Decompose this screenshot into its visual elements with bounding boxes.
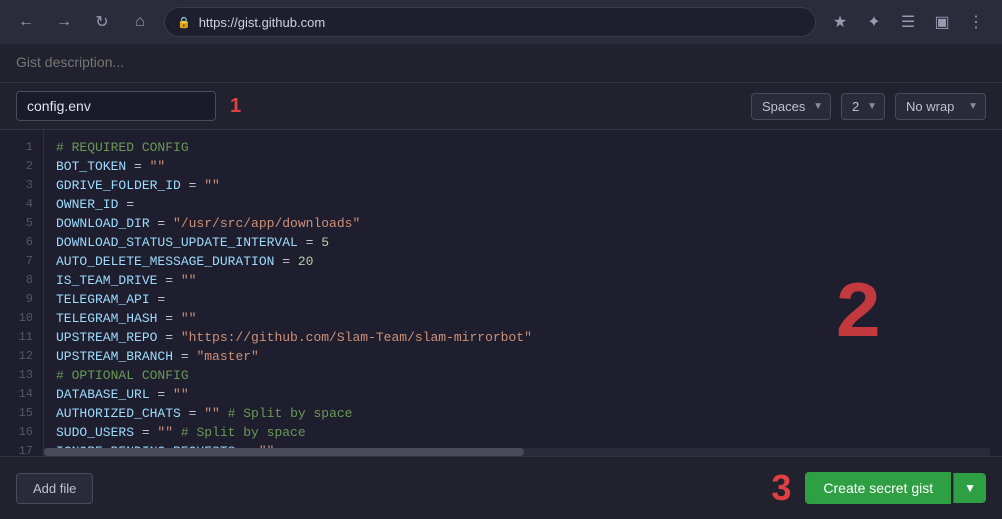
line-num-14: 14 <box>0 385 43 404</box>
editor-area: 1 2 3 4 5 6 7 8 9 10 11 12 13 14 15 16 1… <box>0 130 1002 456</box>
line-num-5: 5 <box>0 214 43 233</box>
line-num-11: 11 <box>0 328 43 347</box>
pocket-button[interactable]: ✦ <box>860 8 888 36</box>
editor-horizontal-scrollbar[interactable] <box>44 448 990 456</box>
wrap-select-wrapper: No wrap Soft wrap ▼ <box>895 93 986 120</box>
line-num-17: 17 <box>0 442 43 456</box>
spaces-select[interactable]: Spaces Tabs <box>751 93 831 120</box>
code-line-13: # OPTIONAL CONFIG <box>56 366 990 385</box>
indent-select-wrapper: 2 4 8 ▼ <box>841 93 885 120</box>
code-line-11: UPSTREAM_REPO = "https://github.com/Slam… <box>56 328 990 347</box>
browser-chrome: ← → ↻ ⌂ 🔒 https://gist.github.com ★ ✦ ☰ … <box>0 0 1002 44</box>
create-gist-dropdown-button[interactable]: ▼ <box>953 473 986 503</box>
extensions-button[interactable]: ☰ <box>894 8 922 36</box>
filename-input[interactable] <box>16 91 216 121</box>
wrap-select[interactable]: No wrap Soft wrap <box>895 93 986 120</box>
code-line-4: OWNER_ID = <box>56 195 990 214</box>
line-num-10: 10 <box>0 309 43 328</box>
line-num-4: 4 <box>0 195 43 214</box>
code-line-2: BOT_TOKEN = "" <box>56 157 990 176</box>
annotation-3-label: 3 <box>771 467 791 509</box>
code-editor[interactable]: # REQUIRED CONFIG BOT_TOKEN = "" GDRIVE_… <box>44 130 1002 456</box>
code-line-16: SUDO_USERS = "" # Split by space <box>56 423 990 442</box>
code-line-15: AUTHORIZED_CHATS = "" # Split by space <box>56 404 990 423</box>
refresh-button[interactable]: ↻ <box>88 8 116 36</box>
code-line-8: IS_TEAM_DRIVE = "" <box>56 271 990 290</box>
page-footer: Add file 3 Create secret gist ▼ <box>0 456 1002 519</box>
lock-icon: 🔒 <box>177 16 191 29</box>
line-numbers: 1 2 3 4 5 6 7 8 9 10 11 12 13 14 15 16 1… <box>0 130 44 456</box>
line-num-9: 9 <box>0 290 43 309</box>
line-num-15: 15 <box>0 404 43 423</box>
back-button[interactable]: ← <box>12 8 40 36</box>
line-num-6: 6 <box>0 233 43 252</box>
line-num-12: 12 <box>0 347 43 366</box>
address-bar[interactable]: 🔒 https://gist.github.com <box>164 7 816 37</box>
line-num-3: 3 <box>0 176 43 195</box>
code-line-6: DOWNLOAD_STATUS_UPDATE_INTERVAL = 5 <box>56 233 990 252</box>
line-num-2: 2 <box>0 157 43 176</box>
home-button[interactable]: ⌂ <box>126 8 154 36</box>
code-line-12: UPSTREAM_BRANCH = "master" <box>56 347 990 366</box>
gist-description-input[interactable] <box>16 54 986 70</box>
editor-toolbar: 1 Spaces Tabs ▼ 2 4 8 ▼ No wrap Soft wra… <box>0 83 1002 130</box>
indent-select[interactable]: 2 4 8 <box>841 93 885 120</box>
code-line-9: TELEGRAM_API = <box>56 290 990 309</box>
code-line-7: AUTO_DELETE_MESSAGE_DURATION = 20 <box>56 252 990 271</box>
browser-actions: ★ ✦ ☰ ▣ ⋮ <box>826 8 990 36</box>
line-num-7: 7 <box>0 252 43 271</box>
line-num-16: 16 <box>0 423 43 442</box>
code-line-5: DOWNLOAD_DIR = "/usr/src/app/downloads" <box>56 214 990 233</box>
forward-button[interactable]: → <box>50 8 78 36</box>
menu-button[interactable]: ⋮ <box>962 8 990 36</box>
line-num-13: 13 <box>0 366 43 385</box>
spaces-select-wrapper: Spaces Tabs ▼ <box>751 93 831 120</box>
annotation-1-label: 1 <box>230 95 241 118</box>
scrollbar-thumb[interactable] <box>44 448 524 456</box>
line-num-1: 1 <box>0 138 43 157</box>
code-line-1: # REQUIRED CONFIG <box>56 138 990 157</box>
line-num-8: 8 <box>0 271 43 290</box>
tabs-button[interactable]: ▣ <box>928 8 956 36</box>
add-file-button[interactable]: Add file <box>16 473 93 504</box>
bookmark-button[interactable]: ★ <box>826 8 854 36</box>
url-text: https://gist.github.com <box>199 15 325 30</box>
page-content: 1 Spaces Tabs ▼ 2 4 8 ▼ No wrap Soft wra… <box>0 44 1002 456</box>
code-line-3: GDRIVE_FOLDER_ID = "" <box>56 176 990 195</box>
footer-right: 3 Create secret gist ▼ <box>771 467 986 509</box>
code-line-14: DATABASE_URL = "" <box>56 385 990 404</box>
code-line-10: TELEGRAM_HASH = "" <box>56 309 990 328</box>
create-secret-gist-button[interactable]: Create secret gist <box>805 472 951 504</box>
description-bar <box>0 44 1002 83</box>
